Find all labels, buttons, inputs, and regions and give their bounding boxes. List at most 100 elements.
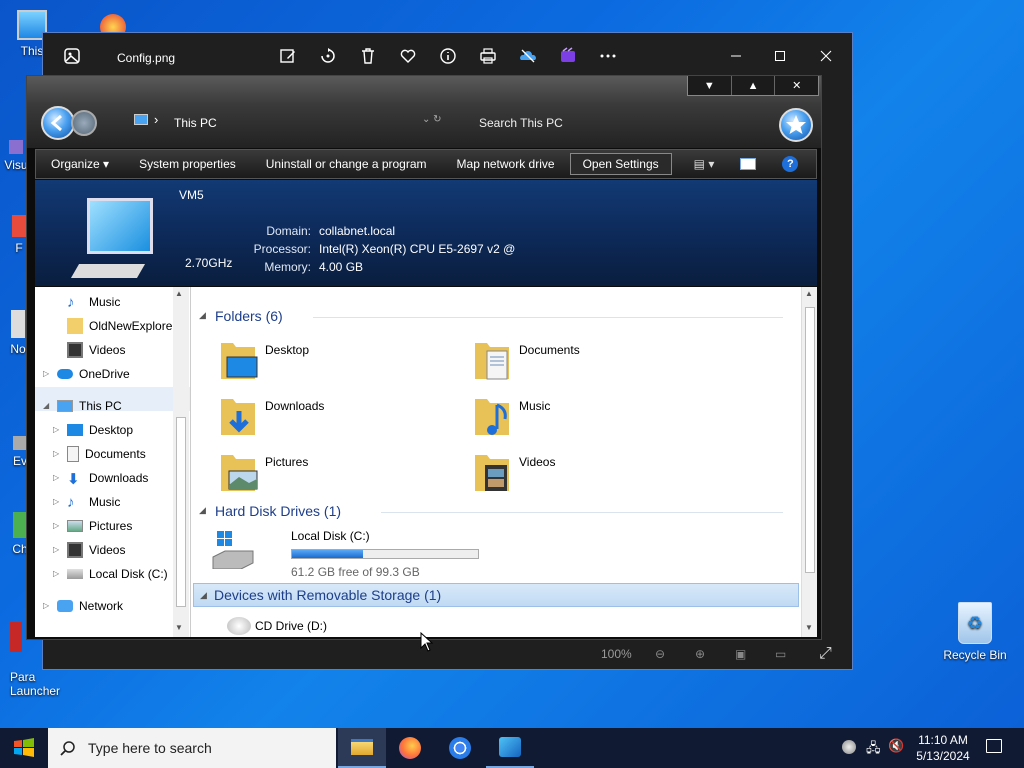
taskbar-photos[interactable] <box>486 728 534 768</box>
expand-network-icon[interactable]: ▷ <box>43 601 49 610</box>
info-icon[interactable] <box>437 45 459 67</box>
folder-documents[interactable]: Documents <box>473 339 703 387</box>
nav-item-videos[interactable]: Videos <box>67 339 125 361</box>
nav-scroll-thumb[interactable] <box>176 417 186 607</box>
expand-downloads-icon[interactable]: ▷ <box>53 473 59 482</box>
map-network-drive-button[interactable]: Map network drive <box>442 157 570 171</box>
photos-title-bar: Config.png <box>43 33 852 79</box>
expand-desktop-icon[interactable]: ▷ <box>53 425 59 434</box>
system-properties-button[interactable]: System properties <box>124 157 251 171</box>
scroll-down-icon[interactable]: ▼ <box>175 623 183 632</box>
collapse-hdd-icon[interactable]: ◢ <box>199 505 206 516</box>
nav-item-desktop[interactable]: Desktop <box>67 419 133 441</box>
nav-item-oldnewexplorer[interactable]: OldNewExplorer <box>67 315 176 337</box>
onedrive-icon[interactable] <box>517 45 539 67</box>
drive-usage-bar <box>291 549 479 559</box>
explorer-close-icon[interactable]: ✕ <box>774 76 818 95</box>
nav-item-this-pc[interactable]: This PC <box>57 395 122 417</box>
close-button[interactable] <box>803 41 849 71</box>
zoom-out-icon[interactable]: ⊖ <box>655 647 665 661</box>
app-icon <box>13 512 27 538</box>
zoom-in-icon[interactable]: ⊕ <box>695 647 705 661</box>
explorer-maximize-icon[interactable]: ▲ <box>730 76 775 95</box>
organize-button[interactable]: Organize ▾ <box>36 157 124 171</box>
start-button[interactable] <box>0 728 48 768</box>
view-options-icon[interactable]: ▤ ▾ <box>694 157 715 171</box>
content-scroll-thumb[interactable] <box>805 307 815 573</box>
expand-documents-icon[interactable]: ▷ <box>53 449 59 458</box>
collapse-removable-icon[interactable]: ◢ <box>200 590 207 601</box>
folder-downloads[interactable]: Downloads <box>219 395 449 443</box>
drive-cd[interactable]: CD Drive (D:) <box>227 617 427 637</box>
nav-item-local-disk[interactable]: Local Disk (C:) <box>67 563 168 585</box>
rotate-icon[interactable] <box>317 45 339 67</box>
maximize-button[interactable] <box>757 41 803 71</box>
more-icon[interactable] <box>597 45 619 67</box>
nav-item-documents[interactable]: Documents <box>67 443 146 465</box>
expand-onedrive-icon[interactable]: ▷ <box>43 369 49 378</box>
expand-pictures-icon[interactable]: ▷ <box>53 521 59 530</box>
group-hard-disk-drives[interactable]: Hard Disk Drives (1) <box>215 503 341 519</box>
back-button[interactable] <box>41 106 75 140</box>
nav-item-videos-2[interactable]: Videos <box>67 539 125 561</box>
expand-music-icon[interactable]: ▷ <box>53 497 59 506</box>
taskbar-chrome[interactable] <box>436 728 484 768</box>
print-icon[interactable] <box>477 45 499 67</box>
clipchamp-icon[interactable] <box>557 45 579 67</box>
edit-icon[interactable] <box>277 45 299 67</box>
help-icon[interactable]: ? <box>782 156 799 172</box>
collapse-thispc-icon[interactable]: ◢ <box>43 401 49 410</box>
expand-localdisk-icon[interactable]: ▷ <box>53 569 59 578</box>
firefox-icon <box>399 737 421 759</box>
nav-item-music[interactable]: ♪ Music <box>67 291 120 313</box>
scroll-down-icon[interactable]: ▼ <box>805 623 813 632</box>
content-scrollbar[interactable]: ▲ ▼ <box>801 287 817 637</box>
nav-item-pictures[interactable]: Pictures <box>67 515 132 537</box>
folder-music[interactable]: Music <box>473 395 703 443</box>
nav-item-onedrive[interactable]: OneDrive <box>57 363 130 385</box>
taskbar-clock[interactable]: 11:10 AM 5/13/2024 <box>908 732 978 764</box>
drive-local-disk[interactable]: Local Disk (C:) 61.2 GB free of 99.3 GB <box>211 525 491 579</box>
download-arrow-icon: ⬇ <box>67 471 80 488</box>
notifications-icon[interactable] <box>986 739 1002 753</box>
minimize-button[interactable] <box>713 41 759 71</box>
search-box[interactable]: Search This PC <box>473 112 653 134</box>
delete-icon[interactable] <box>357 45 379 67</box>
taskbar-file-explorer[interactable] <box>338 728 386 768</box>
nav-item-network[interactable]: Network <box>57 595 123 617</box>
explorer-minimize-icon[interactable]: ▼ <box>688 76 731 95</box>
preview-pane-icon[interactable] <box>740 158 757 170</box>
fullscreen-icon[interactable]: ⤢ <box>819 645 832 663</box>
folder-desktop[interactable]: Desktop <box>219 339 449 387</box>
folder-pictures[interactable]: Pictures <box>219 451 449 499</box>
group-removable-storage[interactable]: ◢ Devices with Removable Storage (1) <box>193 583 799 607</box>
taskbar-firefox[interactable] <box>386 728 434 768</box>
forward-button[interactable] <box>71 110 97 136</box>
favorites-star-button[interactable] <box>779 108 813 142</box>
collapse-folders-icon[interactable]: ◢ <box>199 310 206 321</box>
uninstall-program-button[interactable]: Uninstall or change a program <box>251 157 442 171</box>
address-bar[interactable]: › This PC ⌄ ↻ <box>130 112 460 134</box>
favorite-icon[interactable] <box>397 45 419 67</box>
desktop-icon-recycle-bin[interactable]: ♻ Recycle Bin <box>938 602 1012 662</box>
desktop-icon-label: Visu <box>4 158 28 172</box>
address-dropdown-icon[interactable]: ⌄ ↻ <box>422 114 442 125</box>
group-folders[interactable]: Folders (6) <box>215 308 283 324</box>
desktop-icon-visual[interactable]: Visu <box>4 140 28 172</box>
volume-muted-icon[interactable]: 🔇 <box>888 738 904 754</box>
scroll-up-icon[interactable]: ▲ <box>175 289 183 298</box>
nav-scrollbar[interactable]: ▲ ▼ <box>173 287 189 637</box>
expand-videos-icon[interactable]: ▷ <box>53 545 59 554</box>
slideshow-icon[interactable]: ▭ <box>775 647 786 661</box>
photos-app-icon[interactable] <box>61 45 83 67</box>
meet-now-icon[interactable] <box>842 740 856 754</box>
computer-small-icon <box>134 114 148 125</box>
folder-videos[interactable]: Videos <box>473 451 703 499</box>
taskbar-search-box[interactable]: Type here to search <box>48 728 336 768</box>
fit-icon[interactable]: ▣ <box>735 647 746 661</box>
network-tray-icon[interactable]: 🖧 <box>866 739 881 761</box>
nav-item-music-2[interactable]: ♪ Music <box>67 491 120 513</box>
scroll-up-icon[interactable]: ▲ <box>805 289 813 298</box>
nav-item-downloads[interactable]: ⬇ Downloads <box>67 467 148 489</box>
open-settings-button[interactable]: Open Settings <box>569 153 672 175</box>
